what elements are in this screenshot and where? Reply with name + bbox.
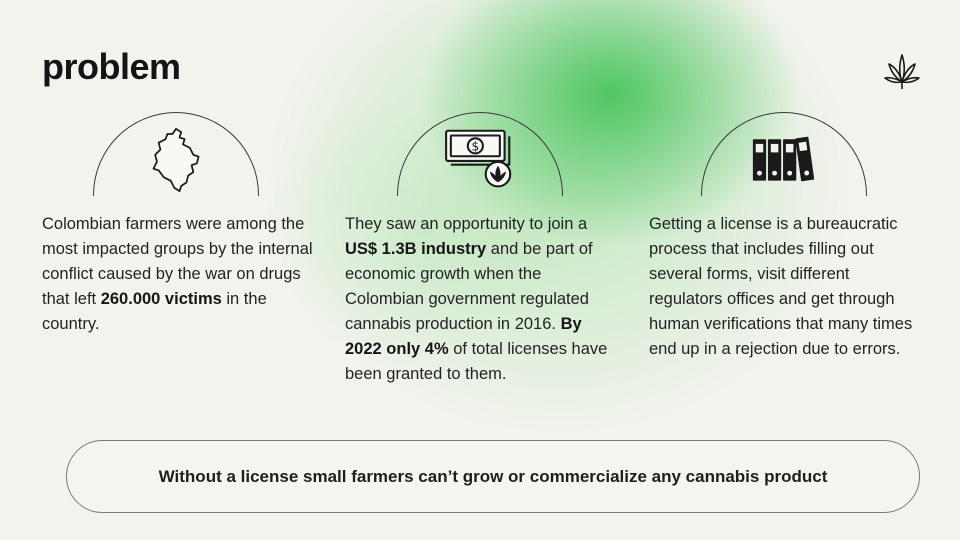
summary-banner: Without a license small farmers can’t gr… <box>66 440 920 513</box>
colombia-map-icon <box>152 127 200 193</box>
column-3-text: Getting a license is a bureaucratic proc… <box>649 215 913 358</box>
arch-frame-2: $ <box>397 112 563 196</box>
arch-frame-3 <box>701 112 867 196</box>
banner-text: Without a license small farmers can’t gr… <box>158 466 828 486</box>
arch-frame-1 <box>93 112 259 196</box>
victims-highlight: 260.000 victims <box>100 290 222 308</box>
binders-icon <box>752 136 815 182</box>
page-title: problem <box>42 46 181 87</box>
svg-text:$: $ <box>471 140 479 154</box>
column-1-text: Colombian farmers were among the most im… <box>42 215 313 333</box>
cannabis-leaf-icon <box>884 54 920 89</box>
column-2-text: They saw an opportunity to join a US$ 1.… <box>345 215 608 383</box>
money-bill-icon: $ <box>445 129 512 188</box>
industry-highlight: US$ 1.3B industry <box>345 240 487 258</box>
